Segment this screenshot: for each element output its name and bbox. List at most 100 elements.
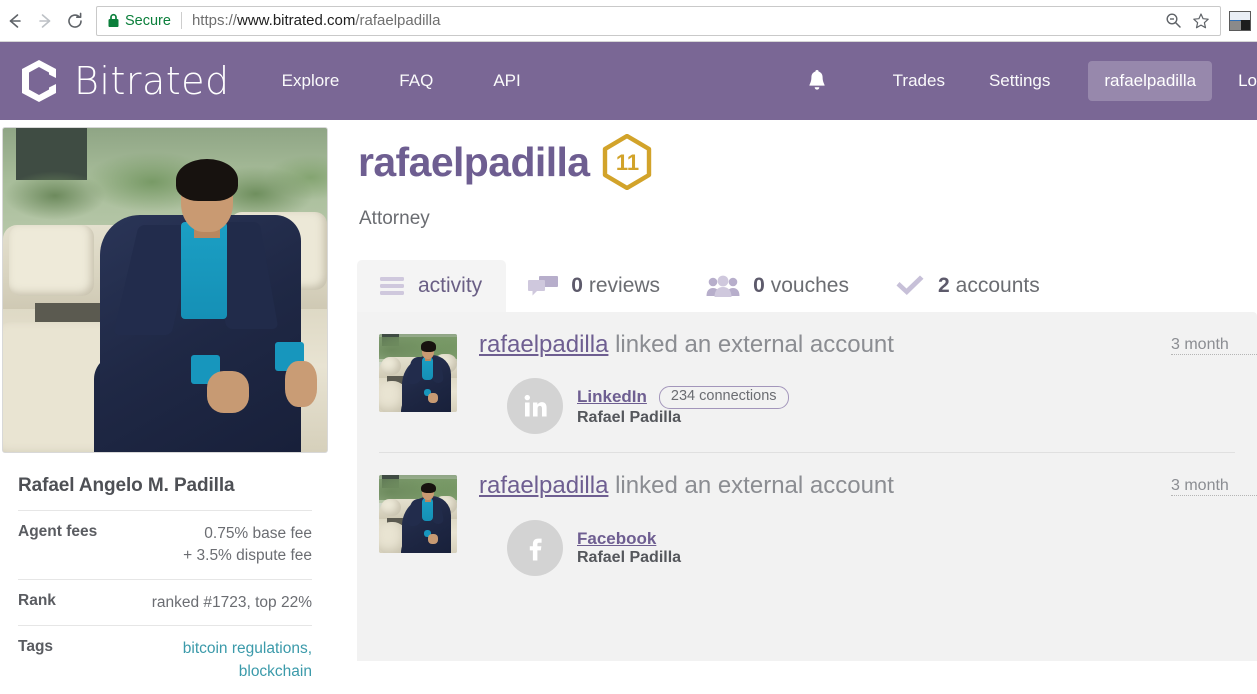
info-row-agent-fees: Agent fees 0.75% base fee + 3.5% dispute… — [18, 510, 312, 579]
activity-headline: rafaelpadilla linked an external account — [479, 473, 1235, 499]
back-arrow-icon — [9, 13, 21, 28]
address-bar[interactable]: Secure https://www.bitrated.com/rafaelpa… — [96, 5, 1221, 36]
url-path: /rafaelpadilla — [355, 12, 441, 29]
linked-account-provider[interactable]: LinkedIn — [577, 387, 647, 407]
profile-avatar — [2, 127, 328, 453]
checkmark-icon — [895, 274, 925, 298]
tab-label: accounts — [955, 274, 1040, 297]
nav-user-menu-button[interactable]: rafaelpadilla — [1088, 61, 1213, 101]
tab-label: reviews — [588, 274, 661, 297]
linked-account-header: Facebook — [577, 529, 681, 549]
activity-body: rafaelpadilla linked an external account… — [457, 331, 1257, 435]
linked-account: Facebook Rafael Padilla — [479, 519, 1235, 576]
brand-home-link[interactable]: Bitrated — [16, 57, 230, 105]
nav-link-explore[interactable]: Explore — [276, 63, 346, 99]
facebook-icon — [507, 519, 563, 576]
activity-timestamp: 3 month — [1171, 336, 1257, 355]
nav-link-logout[interactable]: Lo — [1238, 71, 1257, 91]
profile-full-name: Rafael Angelo M. Padilla — [18, 475, 235, 496]
brand-name: Bitrated — [74, 59, 230, 103]
tab-label: vouches — [770, 274, 849, 297]
avatar-photo — [379, 334, 457, 412]
trust-score-value: 11 — [615, 150, 640, 175]
linked-account-name: Rafael Padilla — [577, 408, 682, 426]
page-title: rafaelpadilla — [358, 138, 590, 185]
nav-link-api[interactable]: API — [487, 63, 526, 99]
tab-accounts[interactable]: 2 accounts — [873, 260, 1064, 312]
security-status-label: Secure — [125, 12, 171, 29]
profile-sidebar: Rafael Angelo M. Padilla Agent fees 0.75… — [0, 120, 340, 680]
url-text: https://www.bitrated.com/rafaelpadilla — [192, 12, 1160, 29]
tab-activity[interactable]: activity — [357, 260, 507, 312]
omnibox-divider — [180, 12, 182, 29]
activity-avatar[interactable] — [379, 475, 457, 554]
info-value: 0.75% base fee + 3.5% dispute fee — [138, 523, 312, 568]
lock-icon — [107, 13, 120, 28]
activity-avatar[interactable] — [379, 334, 457, 412]
forward-arrow-icon — [39, 13, 51, 28]
bitrated-logo-icon — [22, 60, 56, 102]
avatar-photo — [379, 475, 457, 554]
linked-account-name: Rafael Padilla — [577, 548, 682, 566]
activity-body: rafaelpadilla linked an external account… — [457, 473, 1257, 576]
tab-count: 0 — [571, 274, 583, 297]
nav-link-faq[interactable]: FAQ — [393, 63, 439, 99]
hamburger-list-icon — [379, 275, 405, 297]
trust-score-badge: 11 — [601, 134, 653, 190]
notification-bell-icon — [809, 70, 825, 90]
activity-item: rafaelpadilla linked an external account… — [379, 452, 1257, 593]
profile-header: rafaelpadilla 11 — [358, 134, 653, 190]
info-value: ranked #1723, top 22% — [151, 593, 312, 611]
activity-timestamp: 3 month — [1171, 477, 1257, 497]
primary-nav-links: Explore FAQ API — [276, 63, 575, 99]
linked-account-text: LinkedIn 234 connections Rafael Padilla — [577, 385, 789, 427]
tab-label: activity — [418, 274, 483, 297]
profile-main: rafaelpadilla 11 Attorney activity 0 rev… — [340, 120, 1257, 661]
back-button[interactable] — [0, 6, 30, 36]
linkedin-icon — [507, 378, 563, 435]
tab-vouches[interactable]: 0 vouches — [684, 260, 873, 312]
info-label: Rank — [18, 591, 56, 609]
agent-fee-base: 0.75% base fee — [204, 525, 312, 542]
linked-account-header: LinkedIn 234 connections — [577, 385, 789, 409]
browser-toolbar: Secure https://www.bitrated.com/rafaelpa… — [0, 0, 1257, 42]
url-scheme: https:// — [191, 12, 237, 29]
nav-link-settings[interactable]: Settings — [983, 63, 1056, 99]
zoom-out-icon — [1165, 13, 1181, 28]
extension-icon[interactable] — [1229, 10, 1251, 31]
tab-count: 0 — [753, 274, 765, 297]
linked-account-provider[interactable]: Facebook — [577, 529, 656, 549]
nav-link-trades[interactable]: Trades — [887, 63, 951, 99]
activity-actor-link[interactable]: rafaelpadilla — [479, 472, 608, 499]
site-navbar: Bitrated Explore FAQ API Trades Settings… — [0, 42, 1257, 120]
activity-action-text: linked an external account — [615, 331, 894, 358]
activity-headline: rafaelpadilla linked an external account — [479, 331, 1235, 358]
tab-reviews[interactable]: 0 reviews — [506, 260, 684, 312]
notifications-button[interactable] — [797, 61, 837, 101]
reload-button[interactable] — [60, 6, 90, 36]
page-content: Rafael Angelo M. Padilla Agent fees 0.75… — [0, 120, 1257, 680]
activity-action-text: linked an external account — [615, 472, 894, 500]
info-row-rank: Rank ranked #1723, top 22% — [18, 578, 312, 625]
activity-actor-link[interactable]: rafaelpadilla — [479, 331, 608, 358]
speech-bubbles-icon — [528, 274, 559, 298]
info-label: Agent fees — [18, 523, 98, 540]
info-label: Tags — [18, 638, 54, 656]
tab-count: 2 — [937, 274, 950, 297]
profile-tags-link[interactable]: bitcoin regulations, blockchain — [183, 640, 312, 679]
activity-feed: rafaelpadilla linked an external account… — [357, 312, 1257, 661]
reload-icon — [68, 12, 82, 28]
bookmark-button[interactable] — [1188, 8, 1214, 34]
avatar-photo — [3, 128, 327, 452]
info-row-tags: Tags bitcoin regulations, blockchain — [18, 625, 312, 694]
people-group-icon — [706, 274, 740, 298]
profile-subtitle: Attorney — [359, 208, 430, 229]
linked-account: LinkedIn 234 connections Rafael Padilla — [479, 378, 1235, 435]
zoom-out-button[interactable] — [1160, 8, 1186, 34]
linked-account-text: Facebook Rafael Padilla — [577, 529, 681, 567]
profile-info-table: Agent fees 0.75% base fee + 3.5% dispute… — [18, 510, 312, 694]
omnibox-actions — [1160, 8, 1214, 34]
secondary-nav-links: Trades Settings rafaelpadilla Lo — [797, 42, 1257, 120]
agent-fee-dispute: + 3.5% dispute fee — [183, 547, 312, 565]
forward-button[interactable] — [30, 6, 60, 36]
